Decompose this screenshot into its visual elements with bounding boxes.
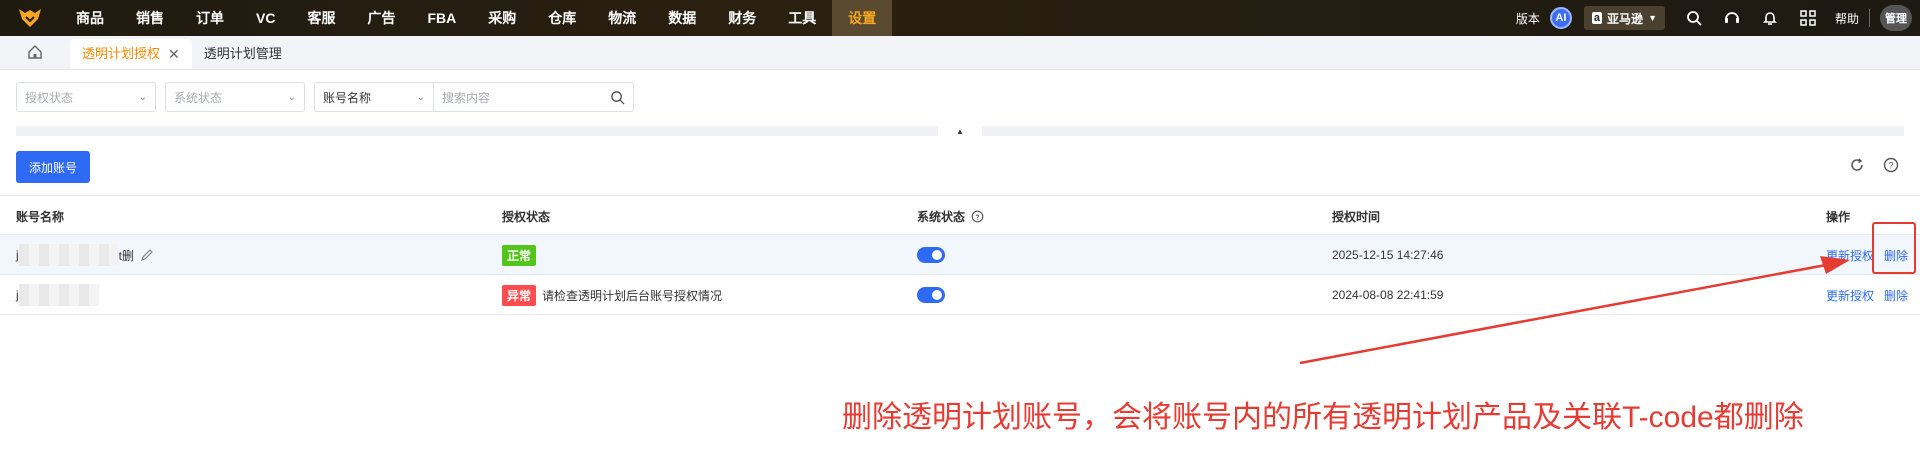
delete-link[interactable]: 删除 [1884,287,1908,304]
auth-time-cell: 2024-08-08 22:41:59 [1332,288,1444,302]
status-badge: 异常 [502,284,537,306]
tab-transparency-auth[interactable]: 透明计划授权 ✕ [70,39,192,69]
nav-item-fba[interactable]: FBA [411,0,472,36]
field-select[interactable]: 账号名称 ⌄ [314,82,434,112]
annotation-highlight-box [1872,222,1916,274]
system-status-cell [917,275,945,315]
nav-item-settings[interactable]: 设置 [832,0,893,36]
ai-button[interactable]: AI [1549,7,1572,29]
search-input[interactable]: 搜索内容 [434,82,634,112]
search-placeholder: 搜索内容 [442,90,491,105]
avatar[interactable]: 管理 [1880,5,1912,31]
search-icon[interactable] [610,90,625,105]
annotation-text: 删除透明计划账号，会将账号内的所有透明计划产品及关联T-code都删除 [842,401,1804,434]
account-cell: j t删 [16,235,154,275]
help-circle-icon[interactable]: ? [971,210,984,223]
nav-item-products[interactable]: 商品 [60,0,120,36]
header-auth-status: 授权状态 [502,209,551,224]
svg-text:?: ? [975,212,980,221]
nav-menu: 商品 销售 订单 VC 客服 广告 FBA 采购 仓库 物流 数据 财务 工具 … [60,0,893,36]
chevron-down-icon: ▼ [1648,13,1657,23]
auth-time-cell: 2025-12-15 14:27:46 [1332,248,1444,262]
svg-text:?: ? [1888,161,1893,171]
account-cell: j [16,275,99,315]
nav-item-data[interactable]: 数据 [652,0,712,36]
nav-item-vc[interactable]: VC [240,0,291,36]
version-link[interactable]: 版本 [1516,10,1540,27]
nav-item-orders[interactable]: 订单 [180,0,240,36]
nav-right: 版本 AI a 亚马逊 ▼ 帮助 管理 [1516,0,1920,36]
tab-label: 透明计划授权 [82,46,161,61]
apps-grid-icon[interactable] [1797,7,1819,29]
header-account: 账号名称 [16,209,65,224]
collapse-icon[interactable]: ▲ [938,124,982,138]
auth-status-select[interactable]: 授权状态 ⌄ [16,82,156,112]
close-icon[interactable]: ✕ [168,39,180,69]
nav-item-sales[interactable]: 销售 [120,0,180,36]
actions-cell: 更新授权 删除 [1826,275,1908,315]
select-placeholder: 系统状态 [174,90,223,105]
account-name-redacted [18,284,99,306]
nav-item-logistics[interactable]: 物流 [592,0,652,36]
bell-icon[interactable] [1759,7,1781,29]
system-status-select[interactable]: 系统状态 ⌄ [165,82,305,112]
system-status-toggle[interactable] [917,247,945,263]
status-note: 请检查透明计划后台账号授权情况 [542,288,723,303]
refresh-icon[interactable] [1848,156,1866,174]
nav-item-ads[interactable]: 广告 [351,0,411,36]
search-icon[interactable] [1683,7,1705,29]
system-status-cell [917,235,945,275]
auth-status-cell: 异常 请检查透明计划后台账号授权情况 [502,275,722,315]
nav-item-warehouse[interactable]: 仓库 [532,0,592,36]
header-label: 系统状态 [917,209,966,224]
app-logo[interactable] [0,0,60,36]
nav-item-tools[interactable]: 工具 [772,0,832,36]
table-row: j 异常 请检查透明计划后台账号授权情况 2024-08-08 22:41:59… [0,275,1920,315]
header-system-status: 系统状态 ? [917,196,984,236]
add-account-button[interactable]: 添加账号 [16,151,90,183]
marketplace-label: 亚马逊 [1607,11,1644,26]
filter-bar: 授权状态 ⌄ 系统状态 ⌄ 账号名称 ⌄ 搜索内容 [16,82,634,112]
marketplace-select[interactable]: a 亚马逊 ▼ [1583,6,1665,30]
account-name-redacted [18,244,119,266]
status-badge: 正常 [502,244,537,266]
top-nav: 商品 销售 订单 VC 客服 广告 FBA 采购 仓库 物流 数据 财务 工具 … [0,0,1920,36]
nav-item-purchase[interactable]: 采购 [472,0,532,36]
help-link[interactable]: 帮助 [1835,10,1859,27]
home-icon[interactable] [0,35,70,69]
amazon-icon: a [1591,12,1603,24]
select-placeholder: 授权状态 [25,90,74,105]
tab-transparency-manage[interactable]: 透明计划管理 [192,39,294,69]
auth-status-cell: 正常 [502,235,537,275]
help-circle-icon[interactable]: ? [1882,156,1900,174]
chevron-down-icon: ⌄ [416,91,425,103]
table-row: j t删 正常 2025-12-15 14:27:46 更新授权 删除 [0,235,1920,275]
nav-item-service[interactable]: 客服 [291,0,351,36]
search-combo: 账号名称 ⌄ 搜索内容 [314,82,634,112]
table-tools: ? [1848,156,1900,174]
table-header: 账号名称 授权状态 系统状态 ? 授权时间 操作 [0,195,1920,235]
edit-icon[interactable] [140,248,154,262]
chevron-down-icon: ⌄ [138,91,147,103]
nav-item-finance[interactable]: 财务 [712,0,772,36]
accounts-table: 账号名称 授权状态 系统状态 ? 授权时间 操作 j t删 正常 2025-12… [0,195,1920,315]
account-name-end: t删 [118,248,135,263]
headset-icon[interactable] [1721,7,1743,29]
header-actions: 操作 [1826,209,1851,224]
header-auth-time: 授权时间 [1332,209,1381,224]
update-auth-link[interactable]: 更新授权 [1826,287,1874,304]
select-value: 账号名称 [323,90,372,105]
chevron-down-icon: ⌄ [287,91,296,103]
page-tabs: 透明计划授权 ✕ 透明计划管理 [0,36,1920,70]
system-status-toggle[interactable] [917,287,945,303]
tab-label: 透明计划管理 [203,46,282,61]
update-auth-link[interactable]: 更新授权 [1826,247,1874,264]
nav-divider [1869,9,1870,27]
